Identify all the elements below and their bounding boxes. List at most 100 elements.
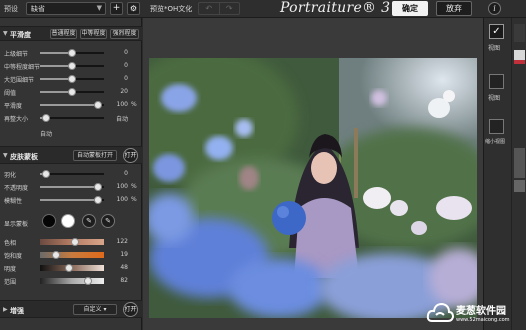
white-swatch[interactable] — [61, 214, 75, 228]
skin-mask-toggle[interactable]: 打开 — [123, 148, 138, 163]
triangle-right-icon: ▶ — [3, 306, 8, 313]
slider-knob[interactable] — [68, 75, 76, 83]
redo-icon[interactable]: ↷ — [218, 3, 240, 14]
slider-value[interactable]: 0 — [108, 62, 128, 69]
slider-knob[interactable] — [68, 49, 76, 57]
slider-track[interactable] — [40, 114, 104, 122]
slider-label: 阈值 — [4, 90, 17, 97]
slider-knob[interactable] — [42, 114, 51, 122]
ok-button[interactable]: 确定 — [392, 1, 428, 16]
slider-row: 中等程度细节 0 — [0, 61, 142, 71]
auto-mask-button[interactable]: 自动蒙板打开 — [73, 150, 117, 161]
show-mask-label: 显示蒙板 — [4, 221, 29, 228]
slider-value[interactable]: 自动 — [108, 114, 128, 123]
slider-track[interactable] — [40, 101, 104, 109]
slider-value[interactable]: 82 — [108, 277, 128, 284]
slider-knob[interactable] — [64, 264, 73, 272]
slider-knob[interactable] — [93, 101, 102, 109]
slider-value[interactable]: 48 — [108, 264, 128, 271]
thumb-2[interactable] — [514, 50, 525, 60]
slider-track[interactable] — [40, 75, 104, 83]
skin-mask-section-header[interactable]: ▼ 皮肤蒙板 自动蒙板打开 打开 — [0, 146, 142, 164]
slider-label: 羽化 — [4, 172, 17, 179]
preset-label: 预设 — [4, 5, 18, 13]
skin-mask-title: 皮肤蒙板 — [10, 153, 38, 161]
preview-label: 预览*OH文化 — [150, 5, 193, 13]
slider-track[interactable] — [40, 277, 104, 285]
slider-label: 明度 — [4, 266, 17, 273]
slider-track[interactable] — [40, 264, 104, 272]
slider-knob[interactable] — [52, 251, 60, 259]
slider-label: 范围 — [4, 279, 17, 286]
view-label-3: 缩小视图 — [485, 139, 506, 145]
slider-value[interactable]: 19 — [108, 251, 128, 258]
slider-fill — [40, 199, 98, 201]
thumb-1[interactable] — [514, 24, 525, 42]
slider-value[interactable]: 20 — [108, 88, 128, 95]
slider-row: 大范围细节 0 — [0, 74, 142, 84]
slider-value[interactable]: 100 — [108, 183, 128, 190]
scroll-strip-2[interactable] — [514, 180, 525, 192]
black-swatch[interactable] — [42, 214, 56, 228]
slider-track[interactable] — [40, 170, 104, 178]
normal-preset-button[interactable]: 普通程度 — [50, 29, 77, 39]
slider-knob[interactable] — [93, 183, 102, 191]
add-preset-button[interactable]: + — [110, 2, 123, 15]
cancel-button[interactable]: 放弃 — [436, 1, 472, 16]
split-view-button[interactable] — [489, 74, 504, 89]
enhance-preset-dropdown[interactable]: 自定义 ▾ — [73, 304, 117, 315]
smoothing-section-header[interactable]: ▼ 平滑度 普通程度 中等程度 强烈程度 — [0, 26, 142, 41]
preview-photo[interactable] — [149, 58, 477, 318]
enhance-preset-value: 自定义 — [83, 306, 102, 313]
site-watermark: 麦葱软件园 www.52maicong.com — [426, 297, 526, 330]
slider-row: 不透明度 100% — [0, 182, 142, 192]
slider-value[interactable]: 122 — [108, 238, 128, 245]
slider-label: 上级细节 — [4, 51, 29, 58]
watermark-url: www.52maicong.com — [456, 317, 510, 323]
scroll-strip[interactable] — [514, 148, 525, 178]
slider-track[interactable] — [40, 49, 104, 57]
slider-value[interactable]: 0 — [108, 170, 128, 177]
enhance-toggle[interactable]: 打开 — [123, 302, 138, 317]
slider-track[interactable] — [40, 183, 104, 191]
slider-value[interactable]: 100 — [108, 101, 128, 108]
slider-row: 色相 122 — [0, 237, 142, 247]
preset-settings-button[interactable]: ⚙ — [127, 2, 140, 15]
slider-label: 再整大小 — [4, 116, 29, 123]
slider-knob[interactable] — [42, 170, 51, 178]
preview-checkbox[interactable]: ✓ — [489, 24, 504, 39]
slider-track[interactable] — [40, 62, 104, 70]
strong-preset-button[interactable]: 强烈程度 — [110, 29, 139, 39]
undo-icon[interactable]: ↶ — [199, 3, 219, 14]
eyedropper-icon[interactable]: ✎ — [82, 214, 96, 228]
chevron-down-icon: ▼ — [96, 4, 102, 12]
compare-view-button[interactable] — [489, 119, 504, 134]
view-panel: ✓ 视图 视图 缩小视图 — [483, 18, 526, 330]
color-indicator — [514, 60, 525, 64]
slider-label: 饱和度 — [4, 253, 23, 260]
slider-knob[interactable] — [68, 88, 76, 96]
slider-track[interactable] — [40, 251, 104, 259]
slider-knob[interactable] — [93, 196, 102, 204]
slider-row: 平滑度 100% — [0, 100, 142, 110]
slider-unit: % — [131, 183, 137, 190]
eyedropper-plus-icon[interactable]: ✎ — [101, 214, 115, 228]
slider-track[interactable] — [40, 196, 104, 204]
preset-dropdown[interactable]: 缺省 ▼ — [26, 2, 106, 15]
slider-track[interactable] — [40, 238, 104, 246]
view-label-2: 视图 — [488, 95, 501, 102]
info-button[interactable]: i — [488, 2, 501, 15]
slider-label: 色相 — [4, 240, 17, 247]
medium-preset-button[interactable]: 中等程度 — [80, 29, 107, 39]
chevron-down-icon: ▾ — [103, 306, 107, 313]
enhance-section-header[interactable]: ▶ 增强 自定义 ▾ 打开 — [0, 300, 142, 318]
slider-row: 上级细节 0 — [0, 48, 142, 58]
slider-knob[interactable] — [71, 238, 80, 246]
slider-value[interactable]: 0 — [108, 75, 128, 82]
slider-knob[interactable] — [68, 62, 76, 70]
slider-value[interactable]: 0 — [108, 49, 128, 56]
settings-panel: ▼ 平滑度 普通程度 中等程度 强烈程度 上级细节 0 中等程度细节 0 大范围细节 0 阈… — [0, 18, 142, 330]
slider-value[interactable]: 100 — [108, 196, 128, 203]
slider-knob[interactable] — [84, 277, 92, 285]
slider-track[interactable] — [40, 88, 104, 96]
